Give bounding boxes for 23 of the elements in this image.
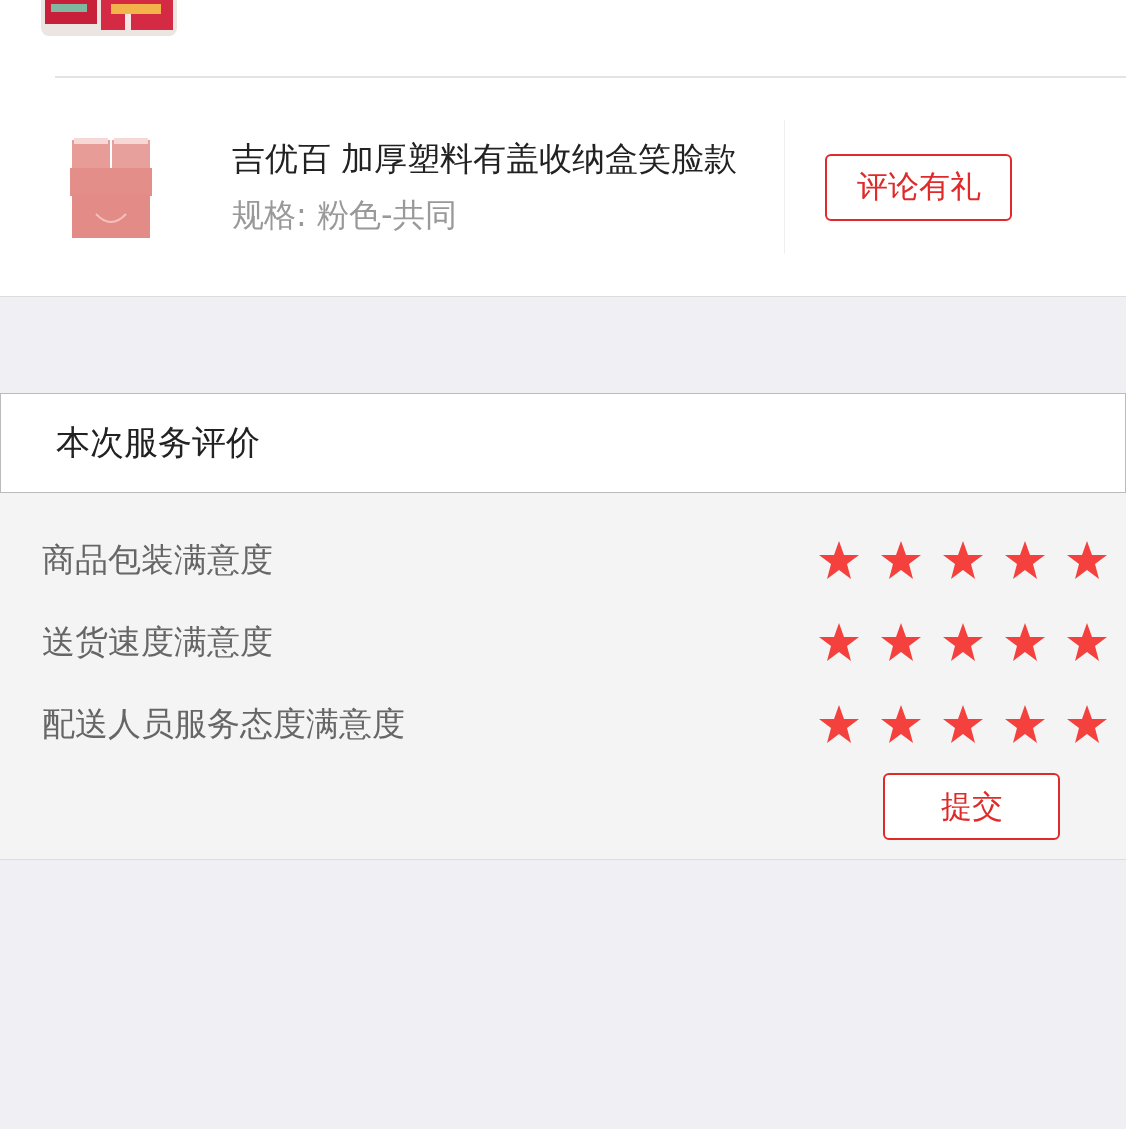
- star-icon[interactable]: [818, 704, 860, 744]
- star-icon[interactable]: [880, 704, 922, 744]
- rating-label: 送货速度满意度: [42, 620, 273, 663]
- star-icon[interactable]: [818, 622, 860, 662]
- star-icon[interactable]: [818, 540, 860, 580]
- rating-label: 配送人员服务态度满意度: [42, 702, 405, 745]
- star-icon[interactable]: [1004, 540, 1046, 580]
- star-icon[interactable]: [942, 704, 984, 744]
- star-icon[interactable]: [1066, 622, 1108, 662]
- product-spec: 规格: 粉色-共同: [232, 194, 458, 236]
- star-icon[interactable]: [1004, 704, 1046, 744]
- star-icon[interactable]: [942, 540, 984, 580]
- star-icon[interactable]: [880, 540, 922, 580]
- section-title: 本次服务评价: [56, 421, 260, 464]
- star-icon[interactable]: [1066, 704, 1108, 744]
- submit-button[interactable]: 提交: [883, 773, 1060, 840]
- rating-label: 商品包装满意度: [42, 538, 273, 581]
- star-icon[interactable]: [942, 622, 984, 662]
- star-icon[interactable]: [1066, 540, 1108, 580]
- product-title: 吉优百 加厚塑料有盖收纳盒笑脸款: [232, 137, 739, 180]
- review-button[interactable]: 评论有礼: [825, 153, 1012, 221]
- star-icon[interactable]: [880, 622, 922, 662]
- star-icon[interactable]: [1004, 622, 1046, 662]
